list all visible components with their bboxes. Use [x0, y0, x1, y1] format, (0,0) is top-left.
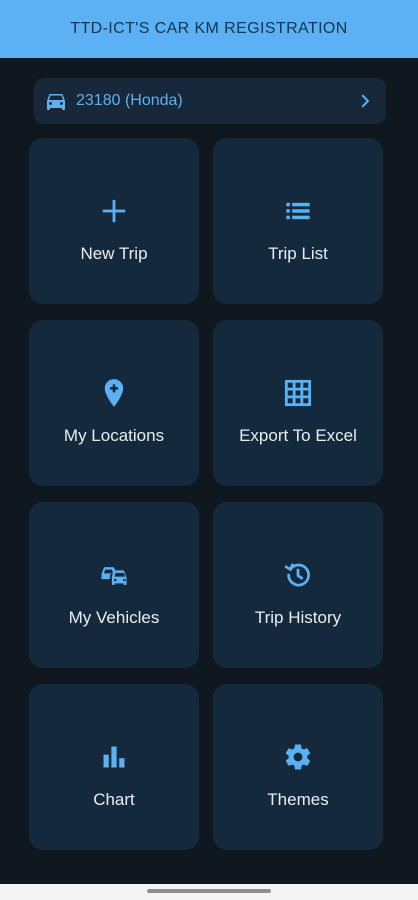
export-to-excel-button[interactable]: Export To Excel: [213, 320, 383, 486]
gear-icon: [283, 742, 313, 772]
tile-label: My Vehicles: [68, 608, 160, 627]
page-title: TTD-ICT'S CAR KM REGISTRATION: [70, 20, 348, 37]
grid-icon: [283, 378, 313, 408]
car-icon: [47, 94, 65, 110]
chevron-right-icon: [361, 94, 369, 108]
vehicles-icon: [99, 560, 129, 590]
tile-label: Themes: [267, 790, 329, 809]
bar-chart-icon: [99, 742, 129, 772]
history-icon: [283, 560, 313, 590]
chart-button[interactable]: Chart: [29, 684, 199, 850]
vehicle-label: 23180 (Honda): [76, 92, 183, 109]
my-locations-button[interactable]: My Locations: [29, 320, 199, 486]
app-screen: TTD-ICT'S CAR KM REGISTRATION 23180 (Hon…: [0, 0, 418, 900]
tile-label: Trip List: [268, 244, 328, 263]
new-trip-button[interactable]: New Trip: [29, 138, 199, 304]
home-gesture-handle[interactable]: [147, 889, 271, 893]
tile-label: New Trip: [80, 244, 148, 263]
my-vehicles-button[interactable]: My Vehicles: [29, 502, 199, 668]
themes-button[interactable]: Themes: [213, 684, 383, 850]
tile-label: Trip History: [254, 608, 342, 627]
trip-history-button[interactable]: Trip History: [213, 502, 383, 668]
app-header: TTD-ICT'S CAR KM REGISTRATION: [0, 0, 418, 58]
add-location-icon: [99, 378, 129, 408]
tile-label: Export To Excel: [239, 426, 357, 445]
vehicle-selector[interactable]: 23180 (Honda): [34, 78, 386, 124]
plus-icon: [99, 196, 129, 226]
trip-list-button[interactable]: Trip List: [213, 138, 383, 304]
tile-label: Chart: [93, 790, 135, 809]
list-icon: [283, 196, 313, 226]
tile-label: My Locations: [63, 426, 165, 445]
